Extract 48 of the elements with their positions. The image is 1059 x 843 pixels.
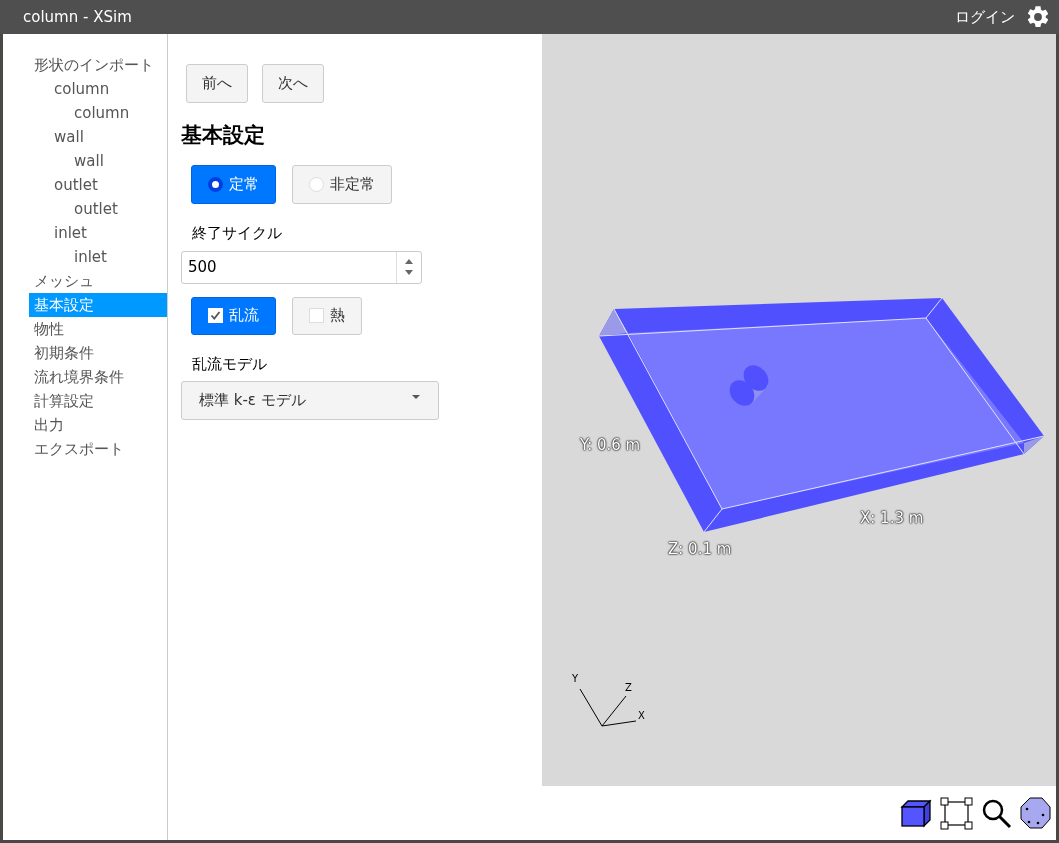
sidebar-item[interactable]: エクスポート [29,437,167,461]
axis-label: Z [625,683,632,693]
field-value: 500 [187,256,218,278]
sidebar-item[interactable]: column [29,77,167,101]
polyhedron-icon[interactable] [1020,797,1051,829]
sidebar-item[interactable]: wall [29,125,167,149]
sidebar-item[interactable]: 形状のインポート [29,53,167,77]
sidebar-item[interactable]: outlet [29,197,167,221]
nav-button[interactable]: 次へ [262,64,324,103]
sidebar-item[interactable]: inlet [29,221,167,245]
settings-icon[interactable] [1025,4,1051,30]
field-label: 終了サイクル [191,223,283,244]
bounding-box-icon[interactable] [940,796,973,830]
model-dropdown[interactable]: 標準 k-ε モデル [181,381,439,420]
sidebar-item[interactable]: 出力 [29,413,167,437]
sidebar-item[interactable]: 流れ境界条件 [29,365,167,389]
sidebar-item[interactable]: inlet [29,245,167,269]
window-title: column - XSim [23,6,132,28]
section-heading: 基本設定 [181,122,266,149]
search-icon[interactable] [981,797,1012,829]
radio-icon [309,177,324,192]
axis-label: X [638,711,645,721]
checkbox-toggle[interactable]: 熱 [292,296,362,335]
dimension-label: Y: 0.6 m [580,435,641,456]
sidebar-item[interactable]: column [29,101,167,125]
sidebar-item[interactable]: wall [29,149,167,173]
caret-icon [412,394,420,399]
axis-label: Y [572,674,579,684]
mode-toggle[interactable]: 定常 [191,165,276,204]
cube-icon[interactable] [900,798,932,828]
login-link[interactable]: ログイン [955,5,1015,29]
number-field[interactable]: 500 [181,250,422,284]
radio-icon [208,177,223,192]
dimension-label: X: 1.3 m [860,508,924,529]
sidebar-item[interactable]: outlet [29,173,167,197]
3d-viewport[interactable]: Y: 0.6 m X: 1.3 m Z: 0.1 m Y Z X [542,34,1056,786]
dimension-label: Z: 0.1 m [668,539,732,560]
sidebar-item[interactable]: 計算設定 [29,389,167,413]
up-arrow-icon[interactable] [405,259,413,264]
sidebar-item[interactable]: 物性 [29,317,167,341]
mode-toggle[interactable]: 非定常 [292,165,392,204]
sidebar-item[interactable]: メッシュ [29,269,167,293]
sidebar-item[interactable]: 初期条件 [29,341,167,365]
nav-button[interactable]: 前へ [186,64,248,103]
checkbox-toggle[interactable]: 乱流 [191,296,276,335]
down-arrow-icon[interactable] [405,270,413,275]
checkbox-icon [309,308,324,323]
field-label: 乱流モデル [191,353,268,375]
